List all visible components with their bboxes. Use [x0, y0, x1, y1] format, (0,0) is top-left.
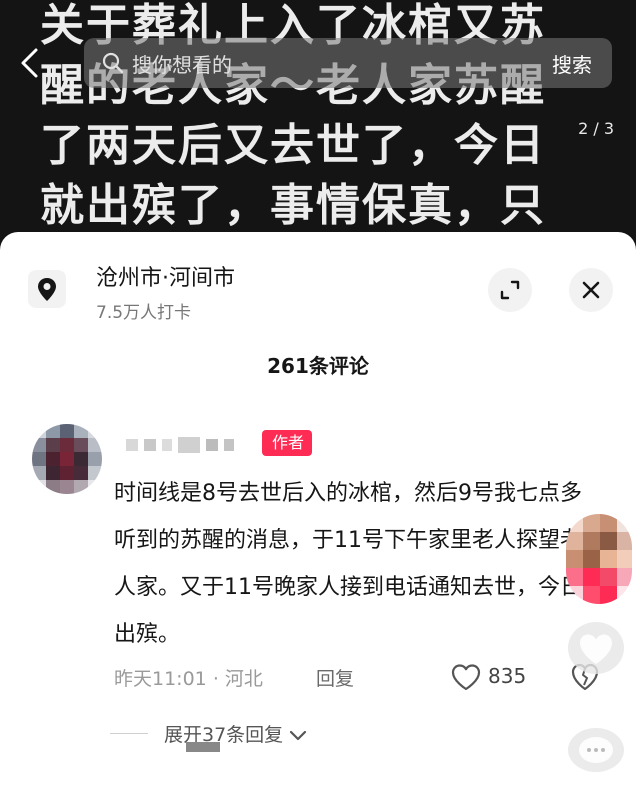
comment-count: 261条评论: [0, 350, 636, 379]
comment-meta: 昨天11:01 · 河北: [114, 664, 263, 691]
search-icon: [102, 52, 124, 74]
meta-separator: ·: [212, 668, 225, 690]
expand-button[interactable]: [488, 268, 532, 312]
expand-icon: [500, 280, 520, 300]
caption-line: 就出殡了，事情保真，只: [40, 180, 546, 231]
chevron-down-icon: [290, 730, 307, 740]
comment-region: 河北: [224, 668, 263, 690]
comment-count-number: 261: [267, 354, 309, 378]
heart-icon: [580, 634, 612, 664]
blurred-mark: [186, 742, 220, 752]
video-like-button[interactable]: [568, 622, 624, 674]
caption-line: 了两天后又去世了，今日: [40, 120, 546, 171]
divider: [110, 733, 148, 734]
comment-sheet: 沧州市·河间市 7.5万人打卡 261条评论 作者 时间线是8号去世后入的冰棺，…: [0, 232, 636, 792]
page-indicator: 2 / 3: [578, 119, 614, 138]
back-button[interactable]: [18, 46, 48, 82]
comment-count-suffix: 条评论: [308, 354, 369, 378]
comment-text[interactable]: 时间线是8号去世后入的冰棺，然后9号我七点多听到的苏醒的消息，于11号下午家里老…: [114, 470, 594, 658]
chevron-left-icon: [21, 48, 38, 78]
comment-time: 昨天11:01: [114, 668, 207, 690]
comment-bubble-icon: [579, 737, 613, 763]
video-caption: 关于葬礼上入了冰棺又苏 醒的老人家～老人家苏醒 了两天后又去世了，今日 就出殡了…: [40, 0, 600, 236]
author-badge: 作者: [262, 430, 313, 456]
expand-replies-label: 展开37条回复: [164, 724, 284, 746]
search-button[interactable]: 搜索: [552, 49, 592, 78]
like-count: 835: [488, 664, 527, 688]
location-checkins: 7.5万人打卡: [96, 303, 192, 323]
search-box[interactable]: 搜你想看的 搜索: [84, 38, 612, 88]
reply-button[interactable]: 回复: [316, 664, 354, 691]
location-name[interactable]: 沧州市·河间市: [96, 260, 235, 292]
search-input[interactable]: 搜你想看的: [132, 49, 232, 78]
creator-avatar[interactable]: [566, 514, 632, 604]
location-pin-icon: [28, 270, 66, 308]
username[interactable]: [126, 435, 276, 455]
top-bar: 搜你想看的 搜索: [0, 38, 636, 90]
video-comment-button[interactable]: [568, 728, 624, 772]
avatar[interactable]: [32, 424, 102, 494]
close-icon: [582, 281, 600, 299]
close-button[interactable]: [569, 268, 613, 312]
heart-icon[interactable]: [450, 662, 482, 692]
